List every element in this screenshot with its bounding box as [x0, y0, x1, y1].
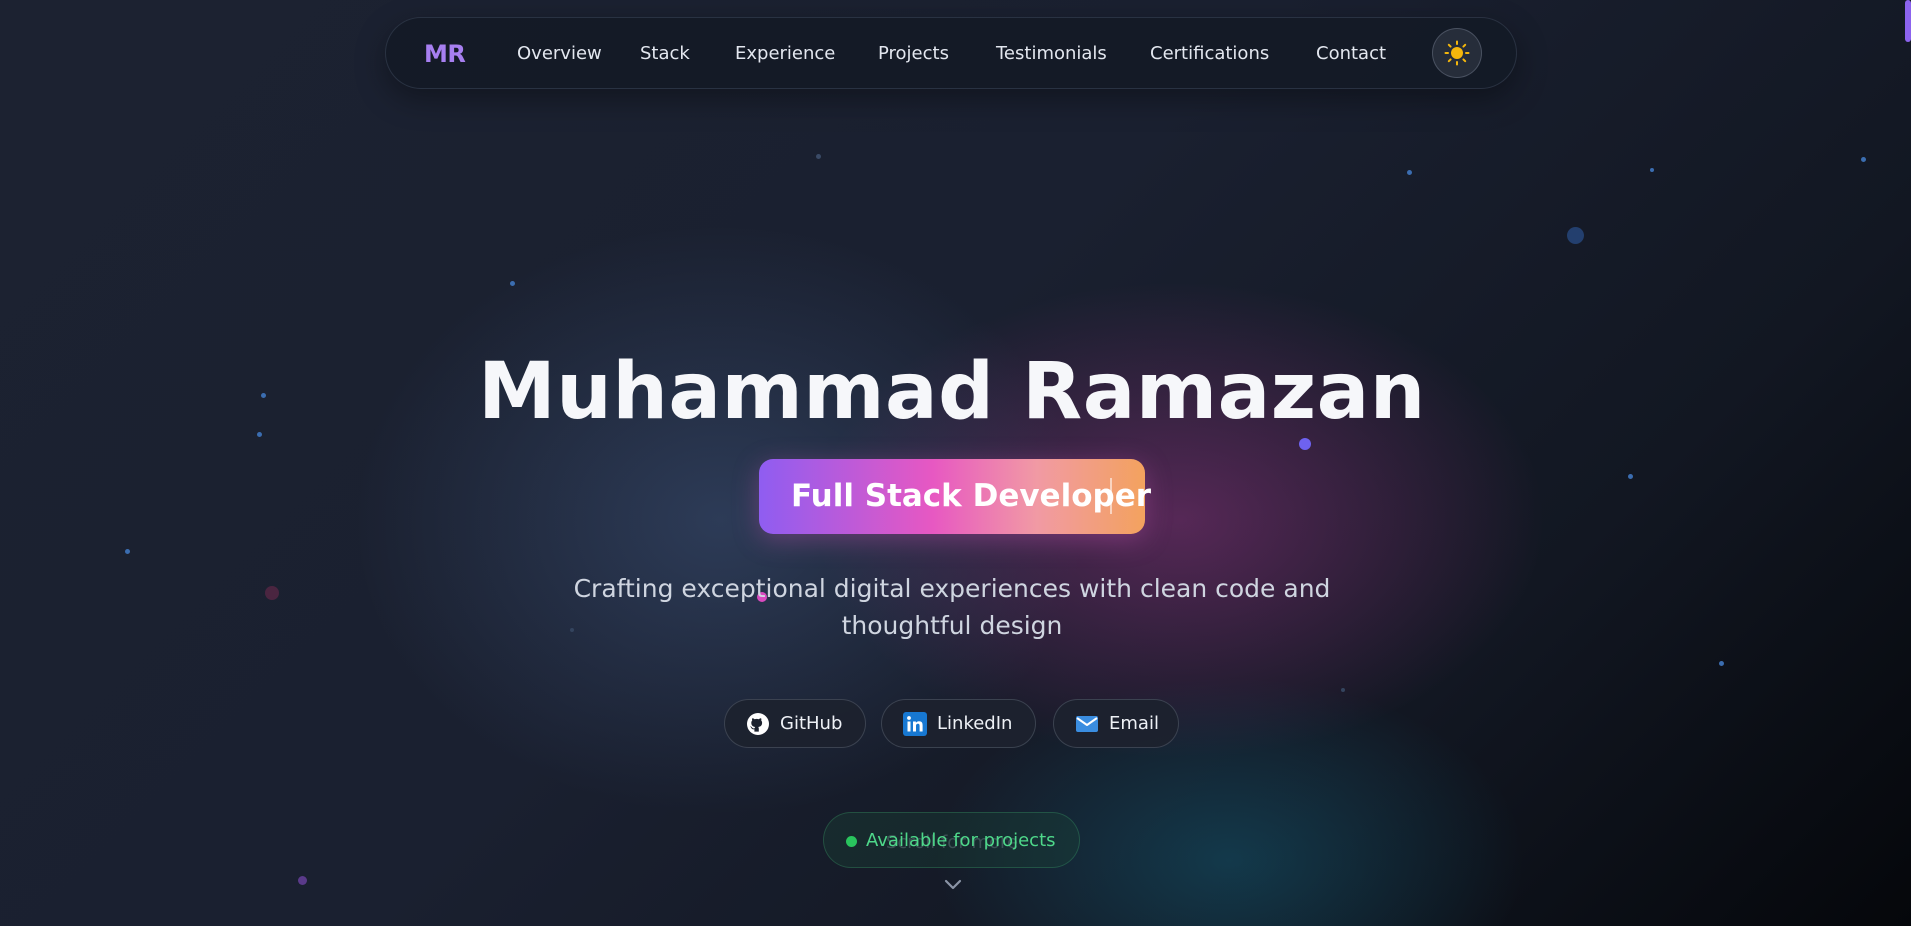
- particle-dot: [298, 876, 307, 885]
- particle-dot: [1719, 661, 1724, 666]
- hero-tagline: Crafting exceptional digital experiences…: [573, 574, 1331, 640]
- theme-toggle-button[interactable]: [1432, 28, 1482, 78]
- nav-link-projects[interactable]: Projects: [878, 18, 949, 90]
- logo[interactable]: MR: [424, 18, 466, 90]
- github-button[interactable]: GitHub: [724, 699, 866, 748]
- sun-icon: [1444, 40, 1470, 66]
- nav-link-stack[interactable]: Stack: [640, 18, 690, 90]
- role-text: Full Stack Developer: [791, 478, 1152, 514]
- github-icon: [746, 712, 770, 736]
- scroll-progress-indicator: [1905, 0, 1911, 42]
- email-button[interactable]: Email: [1053, 699, 1179, 748]
- particle-dot: [1650, 168, 1654, 172]
- particle-dot: [510, 281, 515, 286]
- typing-caret: [1110, 478, 1112, 514]
- mail-icon: [1075, 712, 1099, 736]
- nav-link-overview[interactable]: Overview: [517, 18, 602, 90]
- linkedin-icon: [903, 711, 927, 736]
- linkedin-label: LinkedIn: [937, 713, 1013, 734]
- particle-dot: [816, 154, 821, 159]
- nav-link-testimonials[interactable]: Testimonials: [996, 18, 1107, 90]
- particle-dot: [1567, 227, 1584, 244]
- role-pill: Full Stack Developer: [759, 459, 1151, 534]
- particle-dot: [265, 586, 279, 600]
- nav-link-certifications[interactable]: Certifications: [1150, 18, 1269, 90]
- particle-dot: [1407, 170, 1412, 175]
- top-navbar: MR Overview Stack Experience Projects Te…: [385, 17, 1517, 89]
- particle-dot: [125, 549, 130, 554]
- particle-dot: [1861, 157, 1866, 162]
- nav-link-experience[interactable]: Experience: [735, 18, 835, 90]
- nav-link-contact[interactable]: Contact: [1316, 18, 1386, 90]
- particle-dot: [1628, 474, 1633, 479]
- availability-label: Available for projects: [866, 830, 1056, 851]
- status-dot: [846, 836, 857, 847]
- hero-name: Muhammad Ramazan: [478, 347, 1426, 437]
- linkedin-button[interactable]: LinkedIn: [881, 699, 1036, 748]
- email-label: Email: [1109, 713, 1159, 734]
- particle-dot: [1341, 688, 1345, 692]
- chevron-down-icon[interactable]: [944, 878, 962, 892]
- github-label: GitHub: [780, 713, 843, 734]
- availability-badge: Available for projects: [823, 812, 1080, 868]
